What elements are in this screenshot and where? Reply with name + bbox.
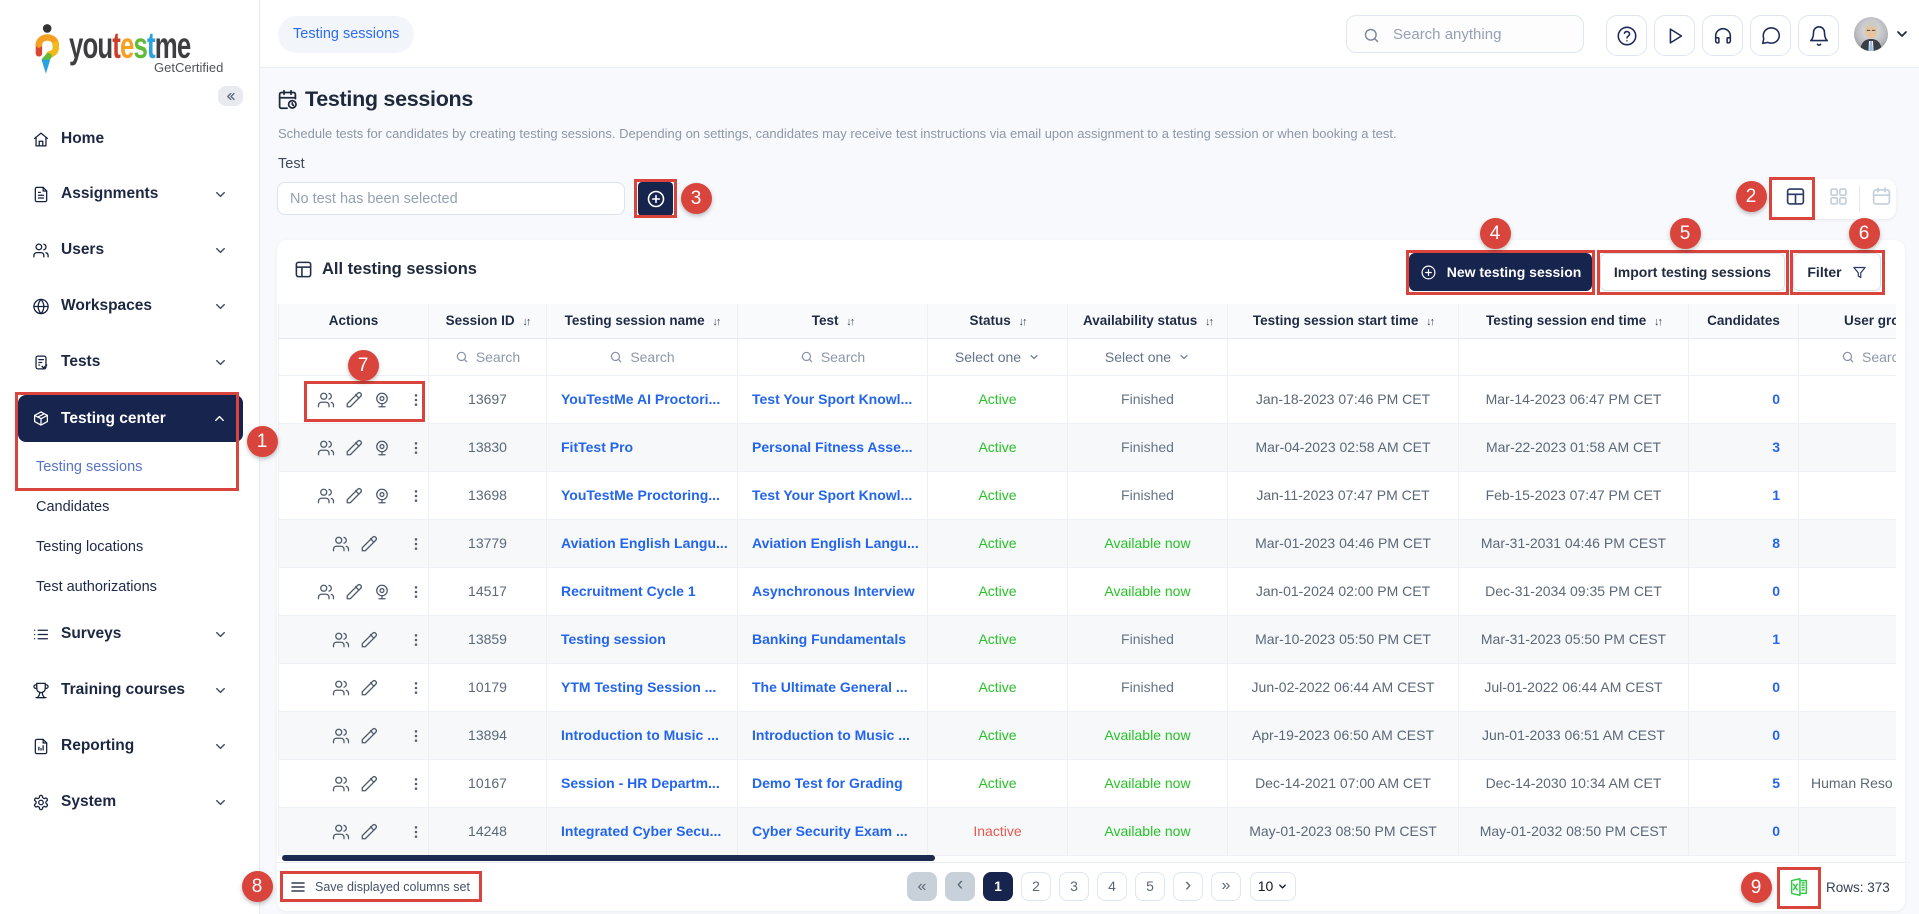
svg-text:GetCertified: GetCertified — [154, 60, 223, 75]
